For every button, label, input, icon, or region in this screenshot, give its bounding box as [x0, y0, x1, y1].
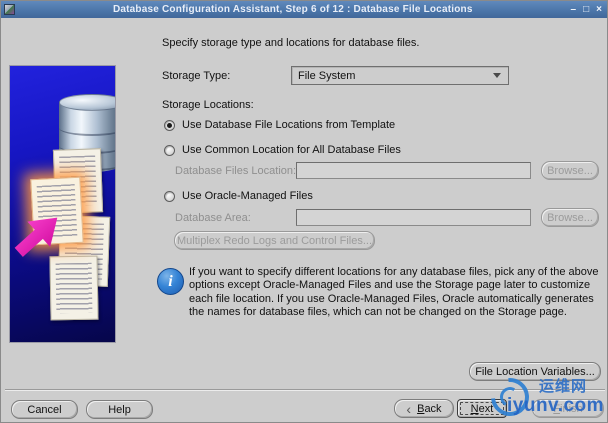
info-text: If you want to specify different locatio… — [189, 266, 603, 320]
footer-separator — [5, 389, 605, 391]
radio-button-icon — [164, 191, 175, 202]
storage-type-select[interactable]: File System — [291, 66, 509, 85]
storage-type-value: File System — [298, 70, 493, 82]
finish-button[interactable]: Finish — [532, 399, 604, 418]
cancel-button[interactable]: Cancel — [11, 400, 78, 419]
radio-oracle-managed[interactable]: Use Oracle-Managed Files — [164, 190, 313, 202]
radio-button-icon — [164, 145, 175, 156]
chevron-down-icon — [493, 73, 501, 78]
app-icon — [4, 4, 15, 15]
wizard-graphic — [9, 65, 116, 343]
window-controls: – □ × — [571, 4, 602, 15]
radio-use-template[interactable]: Use Database File Locations from Templat… — [164, 119, 395, 131]
database-files-location-label: Database Files Location: — [175, 165, 296, 177]
database-area-input[interactable] — [296, 209, 531, 226]
help-button[interactable]: Help — [86, 400, 153, 419]
page-instruction: Specify storage type and locations for d… — [162, 37, 419, 49]
radio-button-selected-icon — [164, 120, 175, 131]
storage-locations-label: Storage Locations: — [162, 99, 254, 111]
next-button[interactable]: Next — [457, 399, 507, 418]
browse-files-location-button[interactable]: Browse... — [541, 161, 599, 180]
storage-type-label: Storage Type: — [162, 70, 230, 82]
window-title: Database Configuration Assistant, Step 6… — [15, 4, 571, 15]
database-area-label: Database Area: — [175, 212, 251, 224]
back-button[interactable]: ‹ Back — [394, 399, 454, 418]
close-icon[interactable]: × — [596, 4, 602, 15]
multiplex-redo-logs-button[interactable]: Multiplex Redo Logs and Control Files... — [174, 231, 375, 250]
radio-common-location[interactable]: Use Common Location for All Database Fil… — [164, 144, 401, 156]
dialog-body: Specify storage type and locations for d… — [1, 18, 608, 423]
info-icon: i — [157, 268, 184, 295]
maximize-icon[interactable]: □ — [583, 4, 589, 15]
file-location-variables-button[interactable]: File Location Variables... — [469, 362, 601, 381]
titlebar: Database Configuration Assistant, Step 6… — [1, 1, 608, 18]
document-icon — [49, 256, 98, 321]
dbca-window: Database Configuration Assistant, Step 6… — [0, 0, 608, 423]
database-files-location-input[interactable] — [296, 162, 531, 179]
browse-database-area-button[interactable]: Browse... — [541, 208, 599, 227]
minimize-icon[interactable]: – — [571, 4, 577, 15]
chevron-left-icon: ‹ — [406, 404, 411, 414]
